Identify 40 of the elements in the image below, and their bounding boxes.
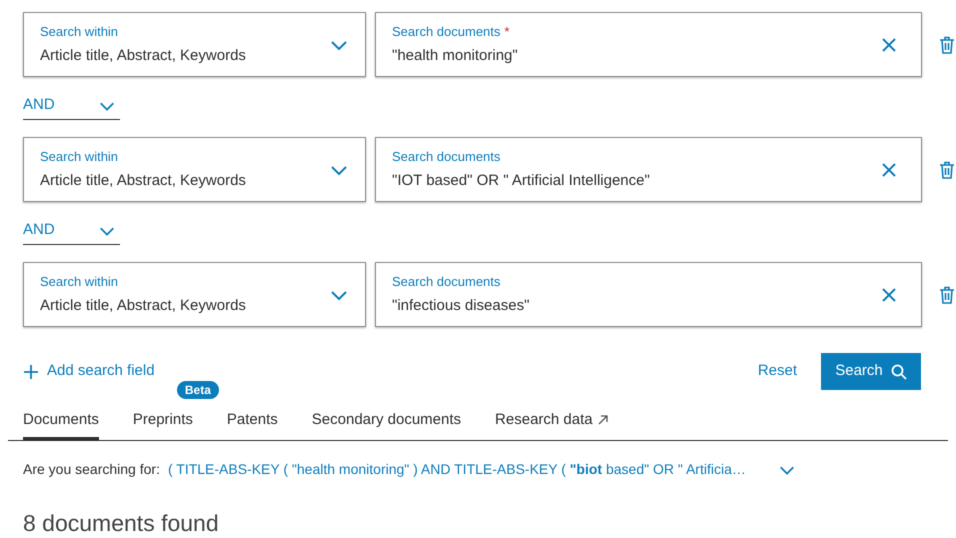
tab[interactable]: Secondary documents bbox=[312, 408, 462, 440]
field-value: "IOT based" OR " Artificial Intelligence" bbox=[392, 171, 650, 191]
suggested-query-link[interactable]: ( TITLE-ABS-KEY ( "health monitoring" ) AND TITLE-ABS-KEY ( "biot based" OR " Artificia… bbox=[168, 459, 746, 480]
beta-badge: Beta bbox=[176, 380, 219, 398]
results-count: 8 documents found bbox=[22, 509, 220, 538]
search-input-field[interactable]: Search documents * "health monitoring" bbox=[375, 12, 922, 77]
field-value: "health monitoring" bbox=[392, 46, 518, 66]
search-input-field[interactable]: Search documents "infectious diseases" bbox=[375, 262, 922, 327]
field-label: Search documents bbox=[392, 22, 500, 40]
search-within-select[interactable]: Search within Article title, Abstract, Keywords bbox=[23, 137, 366, 202]
close-icon[interactable] bbox=[881, 286, 897, 302]
operator-select[interactable]: AND bbox=[23, 219, 120, 245]
search-input-field[interactable]: Search documents "IOT based" OR " Artificial Intelligence" bbox=[375, 137, 922, 202]
trash-icon[interactable] bbox=[939, 36, 955, 54]
trash-icon[interactable] bbox=[939, 286, 955, 304]
field-value: "infectious diseases" bbox=[392, 296, 530, 316]
tab[interactable]: Research data bbox=[495, 408, 609, 440]
search-within-select[interactable]: Search within Article title, Abstract, Keywords bbox=[23, 12, 366, 77]
reset-button[interactable]: Reset bbox=[758, 360, 797, 383]
search-button[interactable]: Search bbox=[821, 353, 921, 390]
field-label: Search documents bbox=[392, 148, 500, 166]
field-label: Search within bbox=[40, 272, 120, 290]
search-icon bbox=[890, 364, 907, 380]
required-mark: * bbox=[504, 22, 510, 40]
search-within-select[interactable]: Search within Article title, Abstract, Keywords bbox=[23, 262, 366, 327]
field-value: Article title, Abstract, Keywords bbox=[40, 171, 246, 191]
field-label: Search documents bbox=[392, 272, 500, 290]
field-value: Article title, Abstract, Keywords bbox=[40, 46, 246, 66]
close-icon[interactable] bbox=[881, 162, 897, 178]
operator-select[interactable]: AND bbox=[23, 94, 120, 120]
field-value: Article title, Abstract, Keywords bbox=[40, 296, 246, 316]
add-search-field-link[interactable]: Add search field bbox=[23, 360, 155, 383]
suggestion-label: Are you searching for: bbox=[23, 460, 160, 479]
trash-icon[interactable] bbox=[939, 160, 955, 178]
field-label: Search within bbox=[40, 22, 120, 40]
field-label: Search within bbox=[40, 148, 120, 166]
close-icon[interactable] bbox=[881, 36, 897, 52]
tab[interactable]: Patents bbox=[226, 408, 278, 440]
plus-icon bbox=[23, 364, 39, 380]
tab[interactable]: Documents bbox=[23, 408, 99, 440]
